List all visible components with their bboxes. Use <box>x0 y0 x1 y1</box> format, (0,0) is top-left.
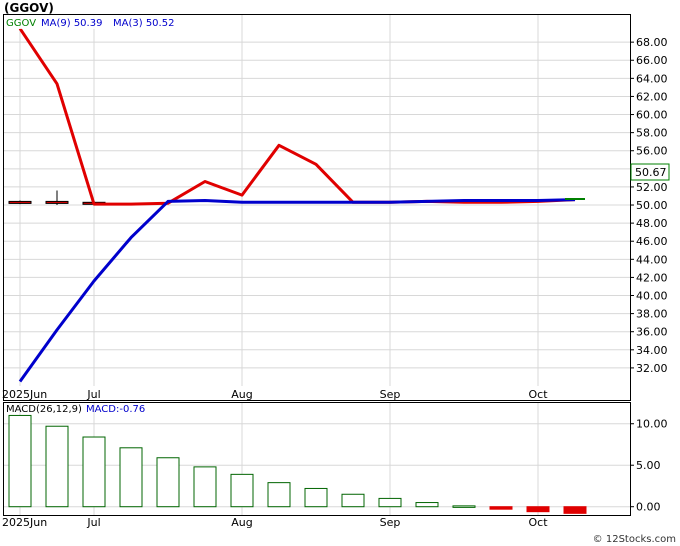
price-tick-label: 58.00 <box>636 127 668 140</box>
macd-bar <box>489 506 513 510</box>
macd-x-tick-label: Aug <box>231 516 252 529</box>
macd-bar <box>415 502 439 508</box>
macd-tick-label: 0.00 <box>636 501 661 514</box>
macd-tick-label: 10.00 <box>636 418 668 431</box>
price-tick-label: 56.00 <box>636 145 668 158</box>
macd-x-tick-label: Sep <box>380 516 401 529</box>
price-x-tick-label: Aug <box>231 388 252 401</box>
legend-symbol: GGOV <box>6 18 36 29</box>
price-tick-label: 50.00 <box>636 199 668 212</box>
candle-body <box>8 200 32 204</box>
price-tick-label: 44.00 <box>636 253 668 266</box>
price-tick-label: 66.00 <box>636 54 668 67</box>
price-tick-label: 60.00 <box>636 109 668 122</box>
stock-chart: (GGOV) 32.00 34.00 36.00 38.00 40.00 42.00 44.… <box>2 1 676 545</box>
macd-x-tick-label: Oct <box>528 516 548 529</box>
macd-bar <box>119 447 143 508</box>
price-axis: 32.00 34.00 36.00 38.00 40.00 42.00 44.00 46.00… <box>630 36 668 375</box>
macd-bar <box>230 473 254 508</box>
price-tick-label: 64.00 <box>636 72 668 85</box>
price-x-tick-label: Oct <box>528 388 548 401</box>
macd-bar <box>8 414 32 508</box>
macd-bar <box>82 436 106 508</box>
chart-title: (GGOV) <box>4 1 54 15</box>
price-tick-label: 34.00 <box>636 344 668 357</box>
price-tick-label: 62.00 <box>636 90 668 103</box>
last-price-label: 50.67 <box>635 166 667 179</box>
macd-bar <box>304 487 328 508</box>
price-x-tick-label: Jul <box>86 388 100 401</box>
macd-bar <box>563 506 587 514</box>
macd-bar <box>267 482 291 508</box>
macd-bar <box>156 457 180 508</box>
price-tick-label: 68.00 <box>636 36 668 49</box>
price-x-tick-label: 2025Jun <box>2 388 47 401</box>
macd-label: MACD(26,12,9) <box>6 404 82 415</box>
price-tick-label: 40.00 <box>636 290 668 303</box>
macd-bar <box>45 425 69 508</box>
macd-x-tick-label: Jul <box>86 516 100 529</box>
last-price-badge: 50.67 <box>630 163 670 181</box>
legend-ma-fast: MA(9) 50.39 <box>41 18 102 29</box>
price-x-tick-label: Sep <box>380 388 401 401</box>
price-tick-label: 52.00 <box>636 181 668 194</box>
price-tick-label: 42.00 <box>636 271 668 284</box>
watermark: © 12Stocks.com <box>593 534 676 545</box>
macd-bar <box>341 493 365 508</box>
price-legend: GGOV MA(9) 50.39 MA(3) 50.52 <box>5 15 185 29</box>
legend-ma-slow: MA(3) 50.52 <box>113 18 174 29</box>
price-tick-label: 32.00 <box>636 362 668 375</box>
macd-bar <box>378 497 402 508</box>
macd-bar <box>526 506 550 513</box>
macd-bar <box>452 505 476 508</box>
price-tick-label: 36.00 <box>636 326 668 339</box>
price-tick-label: 48.00 <box>636 217 668 230</box>
price-tick-label: 46.00 <box>636 235 668 248</box>
price-tick-label: 38.00 <box>636 308 668 321</box>
price-panel <box>3 14 631 401</box>
macd-tick-label: 5.00 <box>636 459 661 472</box>
candle-body <box>45 200 69 204</box>
macd-x-tick-label: 2025Jun <box>2 516 47 529</box>
macd-time-axis: 2025Jun Jul Aug Sep Oct <box>2 516 548 529</box>
macd-bar <box>193 466 217 508</box>
macd-axis: 0.00 5.00 10.00 <box>630 418 668 514</box>
macd-value: MACD:-0.76 <box>86 404 145 415</box>
